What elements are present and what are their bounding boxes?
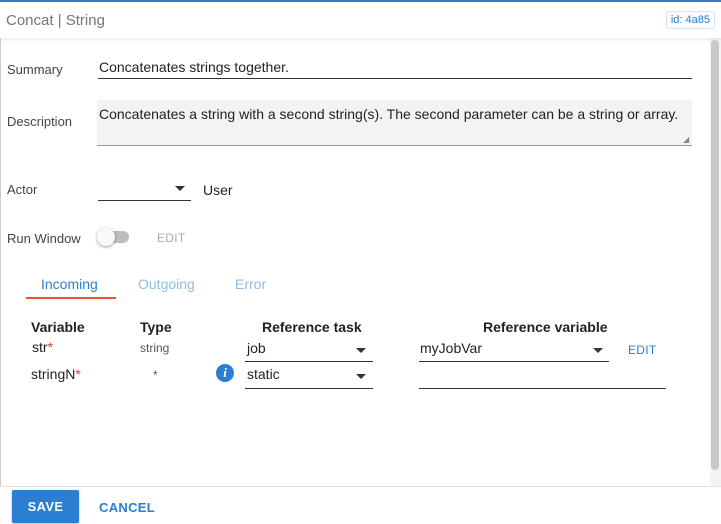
id-badge: id: 4a85 [665,11,715,29]
header-reference-task: Reference task [262,319,362,335]
row1-variable: str* [32,339,54,355]
row2-reference-task-select[interactable]: static [245,364,373,389]
summary-label: Summary [7,62,63,77]
run-window-label: Run Window [7,231,81,246]
active-tab-indicator [26,297,116,299]
tab-outgoing[interactable]: Outgoing [138,276,195,292]
actor-label: Actor [7,182,38,197]
toggle-knob[interactable] [97,228,115,246]
summary-input[interactable]: Concatenates strings together. [98,59,692,79]
actor-suffix: User [203,182,233,198]
required-marker: * [47,339,54,355]
header-reference-variable: Reference variable [483,319,608,335]
chevron-down-icon [175,186,185,191]
row1-reference-task-select[interactable]: job [245,338,373,362]
description-textarea[interactable]: Concatenates a string with a second stri… [97,100,692,146]
row2-type: * [153,368,158,382]
description-label: Description [7,114,73,129]
header-type: Type [140,319,172,335]
summary-value: Concatenates strings together. [99,59,289,75]
run-window-edit-button[interactable]: EDIT [157,231,186,245]
row1-reference-variable-select[interactable]: myJobVar [419,338,609,362]
tab-error[interactable]: Error [235,276,266,292]
scrollbar-thumb[interactable] [711,40,719,470]
row1-reference-variable-value: myJobVar [420,340,482,356]
chevron-down-icon [593,348,603,353]
save-button[interactable]: SAVE [12,490,79,523]
row2-variable: stringN* [31,366,81,382]
cancel-button[interactable]: CANCEL [99,500,155,515]
row1-edit-button[interactable]: EDIT [628,343,657,357]
resize-grip-icon[interactable]: ◢ [683,136,691,144]
header-variable: Variable [31,319,85,335]
row1-reference-task-value: job [247,340,266,356]
required-marker: * [75,366,81,382]
chevron-down-icon [356,348,366,353]
task-dialog: Concat | String id: 4a85 Summary Concate… [0,0,721,524]
info-icon[interactable]: i [216,364,234,382]
dialog-header: Concat | String id: 4a85 [0,0,721,38]
row2-reference-task-value: static [247,366,280,382]
row2-reference-variable-input[interactable] [419,364,666,389]
dialog-title: Concat | String [6,12,105,29]
dialog-content: Summary Concatenates strings together. D… [0,38,710,486]
chevron-down-icon [356,374,366,379]
tab-incoming[interactable]: Incoming [41,276,98,292]
dialog-footer: SAVE CANCEL [0,486,721,524]
description-value: Concatenates a string with a second stri… [99,106,679,122]
actor-select[interactable] [98,180,191,201]
row1-type: string [140,341,170,355]
